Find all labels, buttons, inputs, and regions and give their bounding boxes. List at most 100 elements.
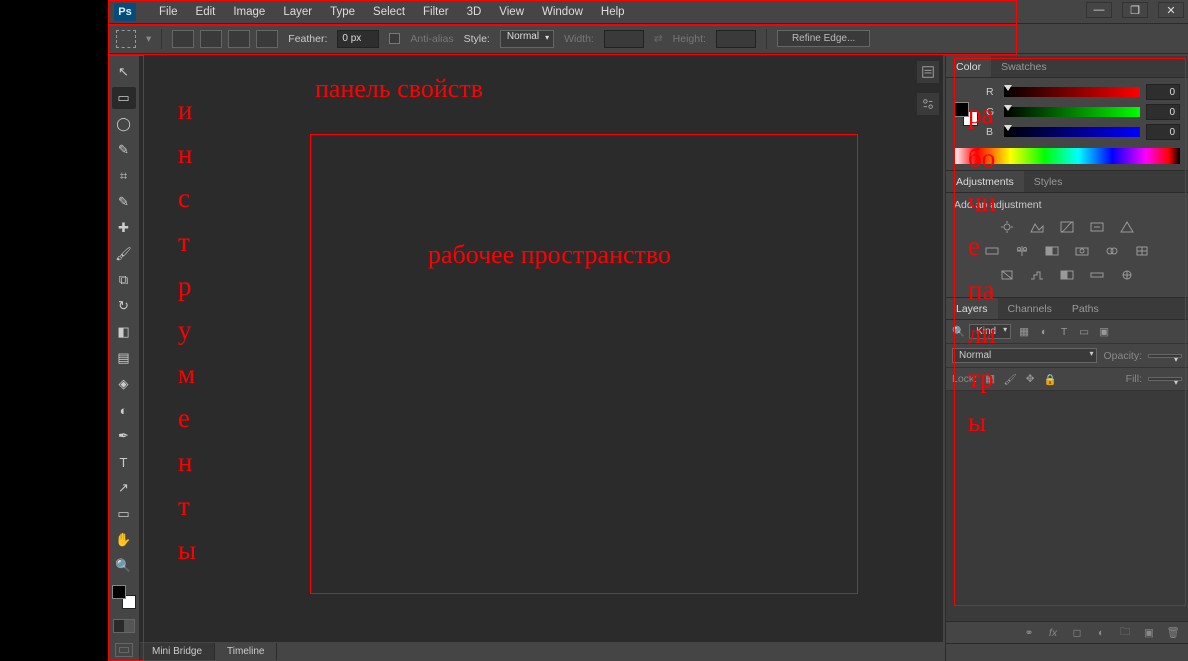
blur-tool[interactable]: ◈	[112, 373, 136, 395]
maximize-button[interactable]: ❐	[1122, 2, 1148, 18]
menu-type[interactable]: Type	[321, 1, 364, 23]
fgbg-swatch[interactable]	[112, 585, 136, 609]
menu-3d[interactable]: 3D	[458, 1, 491, 23]
link-layers-icon[interactable]: ⚭	[1022, 626, 1036, 640]
refine-edge-button[interactable]: Refine Edge...	[777, 30, 870, 47]
filter-adjust-icon[interactable]: ◐	[1037, 325, 1051, 339]
menu-filter[interactable]: Filter	[414, 1, 458, 23]
menu-window[interactable]: Window	[533, 1, 592, 23]
opacity-select[interactable]	[1148, 354, 1182, 358]
eyedropper-tool[interactable]: ✎	[112, 191, 136, 213]
lock-image-icon[interactable]: 🖌	[1003, 372, 1017, 386]
channel-R-value[interactable]	[1146, 84, 1180, 100]
marquee-icon[interactable]	[116, 30, 136, 48]
new-group-icon[interactable]: 🗀	[1118, 626, 1132, 640]
filter-type-icon[interactable]: T	[1057, 325, 1071, 339]
quickmask-toggle[interactable]	[113, 619, 135, 633]
layer-fx-icon[interactable]: fx	[1046, 626, 1060, 640]
tab-channels[interactable]: Channels	[998, 298, 1062, 319]
zoom-tool[interactable]: 🔍	[112, 555, 136, 577]
menu-edit[interactable]: Edit	[187, 1, 225, 23]
menu-image[interactable]: Image	[224, 1, 274, 23]
path-select-tool[interactable]: ↗	[112, 477, 136, 499]
lock-position-icon[interactable]: ✥	[1023, 372, 1037, 386]
vibrance-icon[interactable]	[1118, 219, 1136, 235]
history-panel-icon[interactable]	[916, 60, 940, 84]
exposure-icon[interactable]	[1088, 219, 1106, 235]
new-layer-icon[interactable]: ▣	[1142, 626, 1156, 640]
feather-input[interactable]	[337, 30, 379, 48]
selection-add-button[interactable]	[200, 30, 222, 48]
brush-tool[interactable]: 🖌	[112, 243, 136, 265]
photo-filter-icon[interactable]	[1073, 243, 1091, 259]
selection-subtract-button[interactable]	[228, 30, 250, 48]
tab-swatches[interactable]: Swatches	[991, 56, 1057, 77]
crop-tool[interactable]: ⌗	[112, 165, 136, 187]
curves-icon[interactable]	[1058, 219, 1076, 235]
tab-adjustments[interactable]: Adjustments	[946, 171, 1024, 192]
move-tool[interactable]: ↖	[112, 61, 136, 83]
tab-styles[interactable]: Styles	[1024, 171, 1073, 192]
menu-layer[interactable]: Layer	[274, 1, 321, 23]
selection-new-button[interactable]	[172, 30, 194, 48]
channel-R-slider[interactable]	[1004, 87, 1140, 97]
new-fill-icon[interactable]: ◐	[1094, 626, 1108, 640]
close-button[interactable]: ✕	[1158, 2, 1184, 18]
properties-panel-icon[interactable]	[916, 92, 940, 116]
lock-transparent-icon[interactable]: ▦	[983, 372, 997, 386]
posterize-icon[interactable]	[1028, 267, 1046, 283]
gradient-map-icon[interactable]	[1088, 267, 1106, 283]
hue-sat-icon[interactable]	[983, 243, 1001, 259]
channel-G-slider[interactable]	[1004, 107, 1140, 117]
pen-tool[interactable]: ✒	[112, 425, 136, 447]
color-balance-icon[interactable]	[1013, 243, 1031, 259]
menu-help[interactable]: Help	[592, 1, 634, 23]
dodge-tool[interactable]: ◐	[112, 399, 136, 421]
color-spectrum[interactable]	[954, 148, 1180, 164]
filter-shape-icon[interactable]: ▭	[1077, 325, 1091, 339]
antialias-checkbox[interactable]	[389, 33, 400, 44]
invert-icon[interactable]	[998, 267, 1016, 283]
selection-intersect-button[interactable]	[256, 30, 278, 48]
marquee-tool[interactable]: ▭	[112, 87, 136, 109]
layers-list[interactable]	[946, 391, 1188, 621]
hand-tool[interactable]: ✋	[112, 529, 136, 551]
canvas-workspace[interactable]	[140, 54, 943, 641]
channel-mixer-icon[interactable]	[1103, 243, 1121, 259]
filter-kind-select[interactable]: Kind	[969, 324, 1011, 339]
channel-B-value[interactable]	[1146, 124, 1180, 140]
lasso-tool[interactable]: ◯	[112, 113, 136, 135]
lut-icon[interactable]	[1133, 243, 1151, 259]
layer-mask-icon[interactable]: ◻	[1070, 626, 1084, 640]
brightness-icon[interactable]	[998, 219, 1016, 235]
shape-tool[interactable]: ▭	[112, 503, 136, 525]
minimize-button[interactable]: —	[1086, 2, 1112, 18]
tab-color[interactable]: Color	[946, 56, 991, 77]
threshold-icon[interactable]	[1058, 267, 1076, 283]
eraser-tool[interactable]: ◧	[112, 321, 136, 343]
gradient-tool[interactable]: ▤	[112, 347, 136, 369]
tab-paths[interactable]: Paths	[1062, 298, 1109, 319]
foreground-background-swatch[interactable]	[954, 102, 978, 126]
history-brush-tool[interactable]: ↻	[112, 295, 136, 317]
blend-mode-select[interactable]: Normal	[952, 348, 1097, 363]
lock-all-icon[interactable]: 🔒	[1043, 372, 1057, 386]
filter-smart-icon[interactable]: ▣	[1097, 325, 1111, 339]
channel-B-slider[interactable]	[1004, 127, 1140, 137]
fill-select[interactable]	[1148, 377, 1182, 381]
filter-pixel-icon[interactable]: ▦	[1017, 325, 1031, 339]
tab-mini-bridge[interactable]: Mini Bridge	[140, 643, 215, 660]
channel-G-value[interactable]	[1146, 104, 1180, 120]
menu-file[interactable]: File	[150, 1, 187, 23]
levels-icon[interactable]	[1028, 219, 1046, 235]
delete-layer-icon[interactable]: 🗑	[1166, 626, 1180, 640]
tab-layers[interactable]: Layers	[946, 298, 998, 319]
clone-tool[interactable]: ⧉	[112, 269, 136, 291]
style-select[interactable]: Normal	[500, 30, 554, 48]
selective-color-icon[interactable]	[1118, 267, 1136, 283]
menu-view[interactable]: View	[490, 1, 533, 23]
healing-tool[interactable]: ✚	[112, 217, 136, 239]
screen-mode-icon[interactable]	[115, 643, 133, 657]
bw-icon[interactable]	[1043, 243, 1061, 259]
type-tool[interactable]: T	[112, 451, 136, 473]
